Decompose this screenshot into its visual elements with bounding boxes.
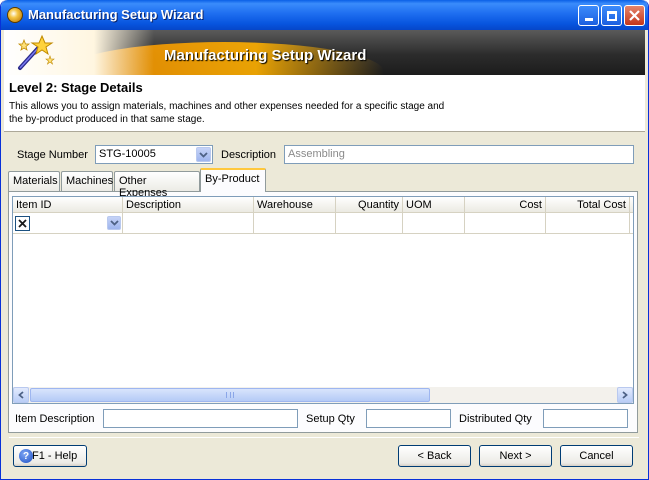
minimize-button[interactable] xyxy=(578,5,599,26)
title-bar[interactable]: Manufacturing Setup Wizard xyxy=(1,0,648,30)
help-button-label: F1 - Help xyxy=(32,450,78,462)
step-description: This allows you to assign materials, mac… xyxy=(9,101,445,125)
minimize-icon xyxy=(584,18,593,21)
horizontal-scrollbar[interactable] xyxy=(13,387,633,403)
stage-number-value: STG-10005 xyxy=(99,148,156,160)
footer-divider xyxy=(9,437,639,438)
column-header-item-id[interactable]: Item ID xyxy=(13,197,123,213)
column-header-warehouse[interactable]: Warehouse xyxy=(254,197,336,213)
maximize-icon xyxy=(606,10,617,21)
cell-total-cost[interactable] xyxy=(546,213,630,234)
chevron-right-icon xyxy=(622,391,628,399)
distributed-qty-field[interactable] xyxy=(543,409,628,428)
item-description-label: Item Description xyxy=(15,413,95,425)
dropdown-arrow-icon[interactable] xyxy=(196,147,211,162)
table-row[interactable] xyxy=(13,213,633,234)
step-title: Level 2: Stage Details xyxy=(9,80,143,95)
description-field[interactable]: Assembling xyxy=(284,145,634,164)
window-title: Manufacturing Setup Wizard xyxy=(28,7,204,22)
stage-number-label: Stage Number xyxy=(17,149,88,161)
delete-row-checkbox[interactable] xyxy=(15,216,30,231)
tab-by-product[interactable]: By-Product xyxy=(200,168,266,192)
chevron-left-icon xyxy=(18,391,24,399)
scroll-left-button[interactable] xyxy=(13,387,29,403)
wizard-banner: Manufacturing Setup Wizard xyxy=(4,30,645,75)
wizard-window: Manufacturing Setup Wizard Manufacturing… xyxy=(0,0,649,480)
tab-materials[interactable]: Materials xyxy=(8,171,60,191)
step-header: Level 2: Stage Details This allows you t… xyxy=(4,75,645,132)
cell-uom[interactable] xyxy=(403,213,465,234)
cancel-button[interactable]: Cancel xyxy=(560,445,633,467)
cell-warehouse[interactable] xyxy=(254,213,336,234)
item-id-dropdown-icon[interactable] xyxy=(107,216,121,230)
help-question-icon: ? xyxy=(19,449,33,463)
description-label: Description xyxy=(221,149,277,161)
tab-other-expenses[interactable]: Other Expenses xyxy=(114,171,200,199)
back-button[interactable]: < Back xyxy=(398,445,471,467)
scroll-right-button[interactable] xyxy=(617,387,633,403)
tab-machines[interactable]: Machines xyxy=(61,171,113,191)
description-value: Assembling xyxy=(288,148,345,160)
setup-qty-label: Setup Qty xyxy=(306,413,355,425)
magic-wand-icon xyxy=(17,34,55,70)
column-header-total-cost[interactable]: Total Cost xyxy=(546,197,630,213)
column-header-description[interactable]: Description xyxy=(123,197,254,213)
banner-title: Manufacturing Setup Wizard xyxy=(164,47,367,64)
help-button[interactable]: ? F1 - Help xyxy=(13,445,87,467)
distributed-qty-label: Distributed Qty xyxy=(459,413,532,425)
item-description-field[interactable] xyxy=(103,409,298,428)
x-mark-icon xyxy=(18,219,27,228)
cell-quantity[interactable] xyxy=(336,213,403,234)
setup-qty-field[interactable] xyxy=(366,409,451,428)
grip-icon xyxy=(226,392,234,398)
column-header-cost[interactable]: Cost xyxy=(465,197,546,213)
column-header-uom[interactable]: UOM xyxy=(403,197,465,213)
column-header-quantity[interactable]: Quantity xyxy=(336,197,403,213)
stage-number-combo[interactable]: STG-10005 xyxy=(95,145,213,164)
app-icon xyxy=(7,7,23,23)
close-button[interactable] xyxy=(624,5,645,26)
maximize-button[interactable] xyxy=(601,5,622,26)
scroll-thumb[interactable] xyxy=(30,388,430,402)
grid-header: Item ID Description Warehouse Quantity U… xyxy=(13,197,633,213)
next-button[interactable]: Next > xyxy=(479,445,552,467)
by-product-grid[interactable]: Item ID Description Warehouse Quantity U… xyxy=(12,196,634,404)
cell-cost[interactable] xyxy=(465,213,546,234)
cell-description[interactable] xyxy=(123,213,254,234)
cell-item-id[interactable] xyxy=(13,213,123,234)
close-icon xyxy=(629,10,640,21)
